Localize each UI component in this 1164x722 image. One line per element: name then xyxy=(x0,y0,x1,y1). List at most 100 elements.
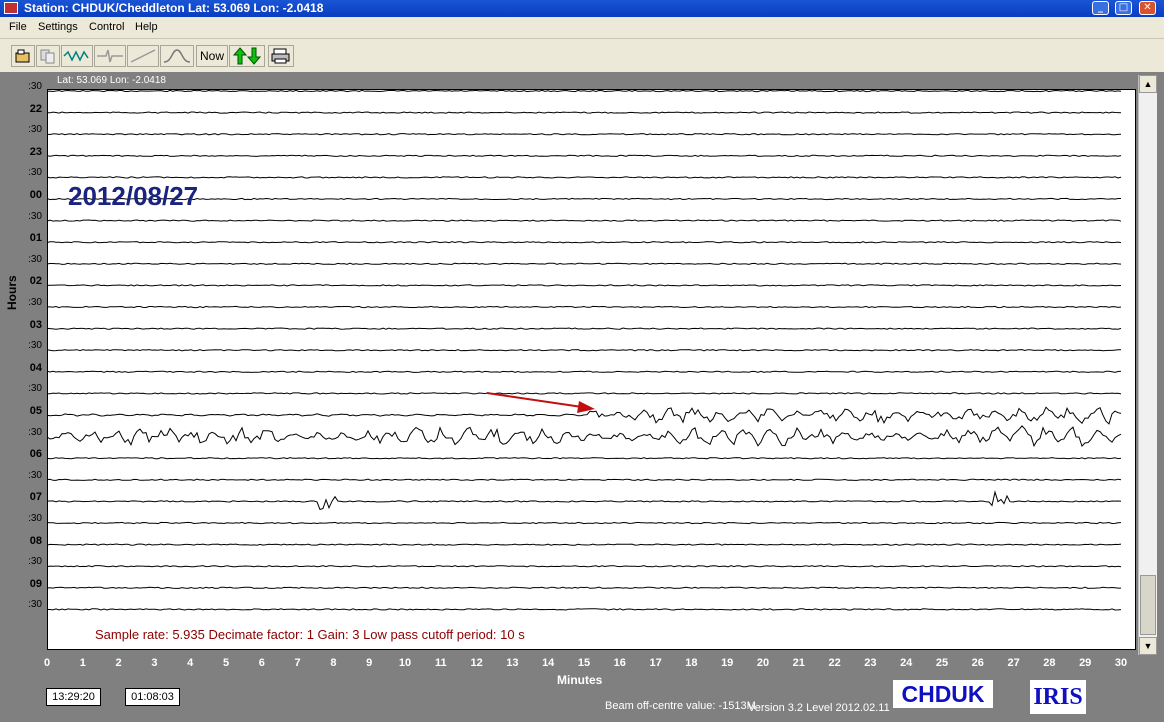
half-hour-label: :30 xyxy=(28,469,42,481)
half-hour-label: :30 xyxy=(28,81,42,92)
half-hour-label: :30 xyxy=(28,167,42,179)
minute-tick-label: 2 xyxy=(115,657,122,669)
date-label: 2012/08/27 xyxy=(68,181,199,211)
menu-help[interactable]: Help xyxy=(135,21,158,33)
minute-tick-label: 8 xyxy=(330,657,337,669)
minute-tick-label: 23 xyxy=(864,657,877,669)
minute-tick-label: 19 xyxy=(721,657,734,669)
hour-label: 23 xyxy=(29,145,42,158)
maximize-button[interactable]: □ xyxy=(1115,1,1132,15)
chduk-logo: CHDUK xyxy=(893,680,993,708)
copy-icon[interactable] xyxy=(36,45,60,67)
minute-tick-label: 12 xyxy=(470,657,483,669)
hour-label: 09 xyxy=(29,577,42,590)
hour-label: 03 xyxy=(29,318,42,331)
trace-line xyxy=(47,154,1122,157)
minute-tick-label: 16 xyxy=(613,657,626,669)
minute-tick-label: 0 xyxy=(43,657,51,669)
minute-tick-label: 22 xyxy=(828,657,841,669)
trace-line xyxy=(47,392,1122,395)
trace-line xyxy=(47,478,1122,481)
trace-line xyxy=(47,490,1122,511)
menu-settings[interactable]: Settings xyxy=(38,21,78,33)
minute-tick-label: 10 xyxy=(398,657,412,669)
hour-label: 05 xyxy=(29,405,42,417)
scroll-down-button[interactable]: ▼ xyxy=(1139,637,1157,655)
trace-line xyxy=(47,543,1122,546)
waveform-icon[interactable] xyxy=(61,45,93,67)
hour-label: 01 xyxy=(29,232,42,245)
minute-tick-label: 6 xyxy=(258,657,265,669)
minute-tick-label: 17 xyxy=(649,657,662,669)
trace-line xyxy=(47,327,1122,330)
minute-tick-label: 25 xyxy=(935,657,949,669)
hour-label: 22 xyxy=(29,102,42,115)
minute-tick-label: 7 xyxy=(294,657,301,669)
trace-line xyxy=(47,565,1122,568)
sample-info: Sample rate: 5.935 Decimate factor: 1 Ga… xyxy=(95,627,525,642)
beam-value: Beam off-centre value: -1513M xyxy=(605,700,756,712)
hours-axis-label: Hours xyxy=(5,275,19,310)
minute-tick-label: 24 xyxy=(900,657,913,669)
minute-tick-label: 26 xyxy=(971,657,984,669)
trace-line xyxy=(47,241,1122,244)
minute-tick-label: 5 xyxy=(222,657,230,669)
scroll-thumb[interactable] xyxy=(1140,575,1156,635)
plot-latlon: Lat: 53.069 Lon: -2.0418 xyxy=(57,75,166,86)
trace-line xyxy=(47,176,1122,179)
trace-line xyxy=(47,262,1122,265)
minute-tick-label: 4 xyxy=(187,657,194,669)
trace-line xyxy=(47,133,1122,136)
hour-label: 08 xyxy=(29,534,42,547)
filter-curve-icon[interactable] xyxy=(160,45,194,67)
time-box-left: 13:29:20 xyxy=(46,688,101,706)
now-button[interactable]: Now xyxy=(196,45,228,67)
minute-tick-label: 18 xyxy=(685,657,698,669)
minute-tick-label: 13 xyxy=(506,657,519,669)
half-hour-label: :30 xyxy=(28,599,42,611)
minute-tick-label: 21 xyxy=(792,657,805,669)
iris-logo: IRIS xyxy=(1030,680,1086,714)
ramp-icon[interactable] xyxy=(127,45,159,67)
version-label: Version 3.2 Level 2012.02.11 xyxy=(748,702,890,714)
menu-bar: File Settings Control Help xyxy=(0,17,1164,39)
spike-icon[interactable] xyxy=(94,45,126,67)
minute-tick-label: 30 xyxy=(1114,657,1128,669)
trace-line xyxy=(47,305,1122,309)
trace-line xyxy=(47,370,1122,373)
minute-tick-label: 29 xyxy=(1079,657,1092,669)
app-icon xyxy=(4,2,18,14)
printer-icon[interactable] xyxy=(268,45,294,67)
minute-tick-label: 15 xyxy=(577,657,591,669)
trace-line xyxy=(47,284,1122,287)
half-hour-label: :30 xyxy=(28,210,42,222)
title-bar: Station: CHDUK/Cheddleton Lat: 53.069 Lo… xyxy=(0,0,1164,17)
half-hour-label: :30 xyxy=(28,556,42,568)
half-hour-label: :30 xyxy=(28,340,42,352)
time-box-right: 01:08:03 xyxy=(125,688,180,706)
trace-line xyxy=(47,608,1122,611)
seismogram-traces xyxy=(47,89,1122,611)
toolbar: Now xyxy=(0,39,1164,72)
up-down-arrows-icon[interactable] xyxy=(229,45,265,67)
open-folder-icon[interactable] xyxy=(11,45,35,67)
trace-line xyxy=(47,521,1122,525)
menu-control[interactable]: Control xyxy=(89,21,124,33)
half-hour-label: :30 xyxy=(28,426,42,438)
minute-tick-label: 9 xyxy=(366,657,373,669)
minute-tick-label: 11 xyxy=(434,657,447,669)
window-title: Station: CHDUK/Cheddleton Lat: 53.069 Lo… xyxy=(24,1,324,15)
half-hour-label: :30 xyxy=(28,124,42,136)
half-hour-label: :30 xyxy=(28,383,42,395)
minute-tick-label: 1 xyxy=(79,657,86,669)
close-button[interactable]: ✕ xyxy=(1139,1,1156,15)
minimize-button[interactable]: _ xyxy=(1092,1,1109,15)
hour-label: 00 xyxy=(29,189,42,201)
trace-line xyxy=(47,89,1122,93)
hour-label: 04 xyxy=(29,361,42,374)
vertical-scrollbar[interactable]: ▲ ▼ xyxy=(1138,75,1157,655)
minute-tick-label: 28 xyxy=(1043,657,1056,669)
menu-file[interactable]: File xyxy=(9,21,27,33)
scroll-up-button[interactable]: ▲ xyxy=(1139,75,1157,93)
minute-tick-label: 3 xyxy=(151,657,158,669)
